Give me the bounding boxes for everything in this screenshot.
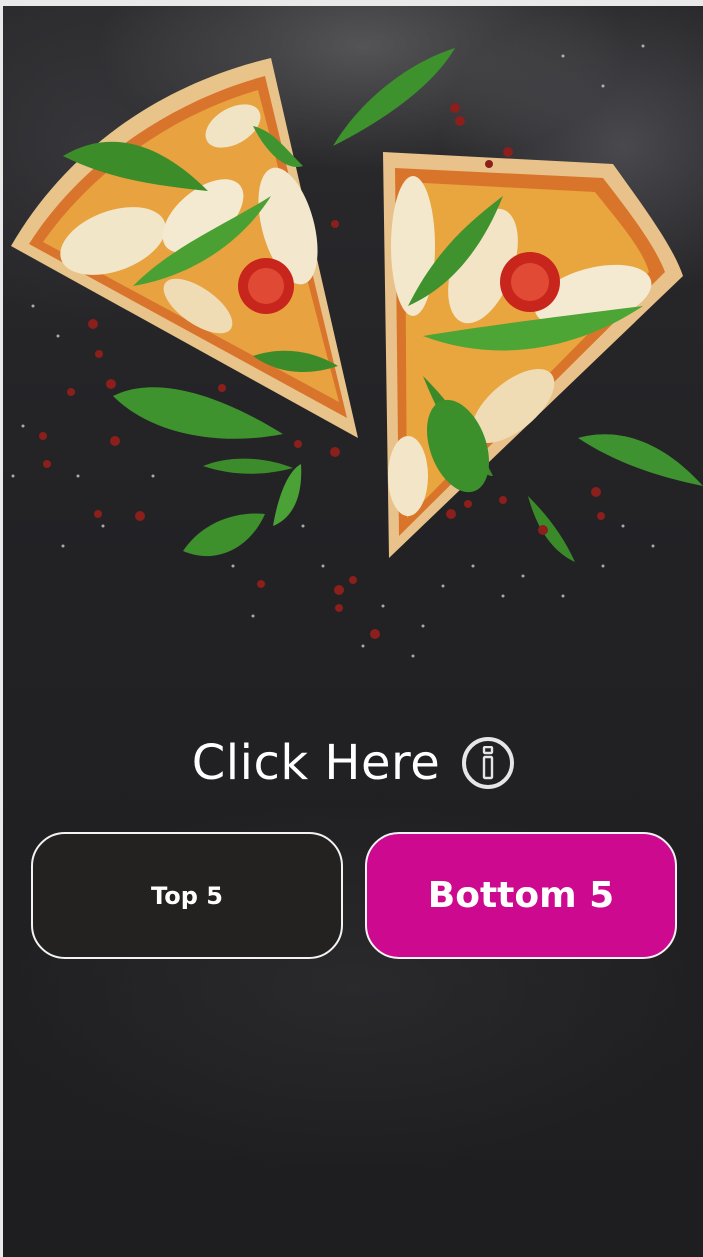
pizza-hero-image: [11, 44, 703, 658]
top-5-button[interactable]: Top 5: [31, 832, 343, 959]
pizza-slice-left: [11, 58, 358, 438]
top-5-label: Top 5: [151, 881, 223, 910]
click-here-prompt[interactable]: Click Here: [3, 728, 703, 798]
pizza-slice-right: [383, 152, 683, 558]
info-glyph-icon: [483, 746, 494, 780]
bottom-5-button[interactable]: Bottom 5: [365, 832, 677, 959]
click-here-label[interactable]: Click Here: [192, 739, 440, 787]
bottom-5-label: Bottom 5: [427, 875, 615, 916]
info-icon[interactable]: [462, 737, 515, 789]
app-screen: Click Here Top 5 Bottom 5: [3, 6, 703, 1257]
